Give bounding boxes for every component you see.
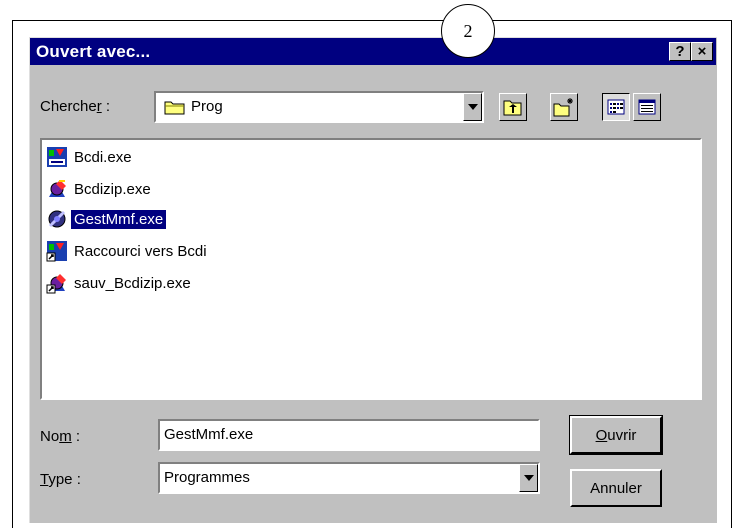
lookin-dropdown-arrow[interactable] [463, 93, 482, 121]
list-item[interactable]: Raccourci vers Bcdi [46, 238, 210, 264]
bcdizip-shortcut-icon [46, 274, 66, 294]
new-folder-button[interactable] [550, 93, 578, 121]
details-view-button[interactable] [633, 93, 661, 121]
up-one-level-button[interactable] [499, 93, 527, 121]
list-view-button[interactable] [602, 93, 630, 121]
list-item[interactable]: GestMmf.exe [46, 206, 168, 232]
step-number-circle: 2 [441, 4, 495, 58]
open-button[interactable]: Ouvrir [569, 415, 663, 455]
file-name: Bcdi.exe [74, 148, 132, 166]
folder-icon [164, 99, 186, 119]
filename-input[interactable]: GestMmf.exe [158, 419, 540, 451]
bcdi-app-icon [47, 147, 67, 167]
open-button-label: Ouvrir [595, 426, 637, 444]
file-list[interactable]: Bcdi.exe Bcdizip.exe GestMmf.exe Raccour… [40, 138, 702, 400]
open-with-dialog: Ouvert avec... ? × Chercher : Prog Bcdi.… [29, 37, 717, 523]
lookin-value: Prog [191, 98, 223, 115]
gestmmf-app-icon [48, 210, 66, 228]
cancel-button-label: Annuler [590, 479, 642, 497]
file-name: Bcdizip.exe [74, 180, 151, 198]
name-label: Nom : [40, 428, 81, 445]
filename-value: GestMmf.exe [164, 426, 254, 443]
bcdizip-app-icon [49, 180, 66, 197]
cancel-button[interactable]: Annuler [570, 469, 662, 507]
chevron-down-icon [467, 104, 478, 110]
help-icon: ? [675, 43, 685, 60]
type-label: Type : [40, 471, 81, 488]
filetype-dropdown-arrow[interactable] [519, 464, 538, 492]
list-item[interactable]: Bcdizip.exe [46, 176, 154, 202]
list-item[interactable]: sauv_Bcdizip.exe [46, 270, 194, 296]
bcdi-shortcut-icon [46, 241, 67, 262]
file-name: GestMmf.exe [69, 208, 168, 230]
close-icon: × [697, 43, 707, 60]
list-view-icon [607, 99, 625, 115]
lookin-combo[interactable]: Prog [154, 91, 484, 123]
list-item[interactable]: Bcdi.exe [46, 144, 135, 170]
file-name: Raccourci vers Bcdi [74, 242, 207, 260]
details-view-icon [638, 99, 656, 115]
filetype-combo[interactable]: Programmes [158, 462, 540, 494]
file-name: sauv_Bcdizip.exe [74, 274, 191, 292]
help-button[interactable]: ? [669, 42, 691, 61]
step-number: 2 [463, 20, 473, 41]
lookin-label: Chercher : [40, 98, 111, 115]
filetype-value: Programmes [164, 469, 250, 486]
title-bar: Ouvert avec... ? × [30, 38, 716, 65]
up-folder-icon [503, 100, 522, 116]
chevron-down-icon [523, 475, 534, 481]
new-folder-icon [553, 98, 573, 117]
dialog-title: Ouvert avec... [36, 42, 151, 61]
close-button[interactable]: × [691, 42, 713, 61]
